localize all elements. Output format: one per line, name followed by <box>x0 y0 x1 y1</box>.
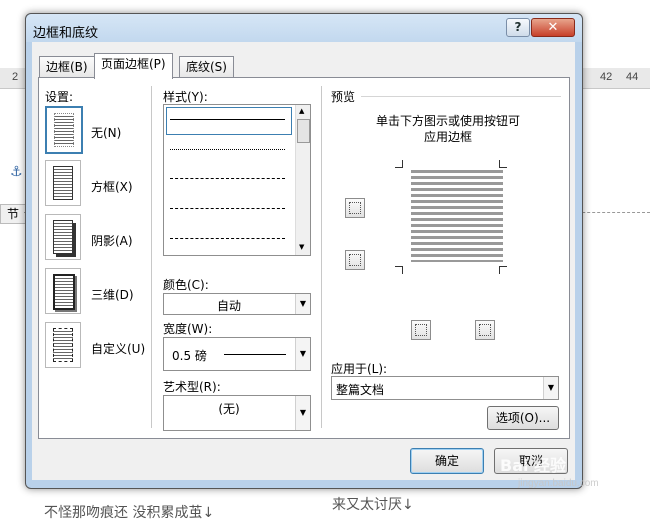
anchor-icon: ⚓ <box>10 164 23 180</box>
tab-panel: 设置: 无(N) 方框(X) 阴影(A) 三维(D) 自定义(U) 样式(Y): <box>38 77 570 439</box>
tab-borders[interactable]: 边框(B) <box>39 56 95 78</box>
apply-to-select[interactable]: 整篇文档 ▼ <box>331 376 559 400</box>
close-button[interactable]: ✕ <box>531 18 575 37</box>
width-select[interactable]: 0.5 磅 ▼ <box>163 337 311 371</box>
document-top-strip <box>0 0 650 10</box>
width-dropdown-icon[interactable]: ▼ <box>295 338 310 370</box>
art-select[interactable]: (无) ▼ <box>163 395 311 431</box>
color-value: 自动 <box>216 299 241 313</box>
tab-page-border[interactable]: 页面边框(P) <box>94 53 173 79</box>
corner-mark-icon <box>499 160 507 168</box>
ok-button[interactable]: 确定 <box>410 448 484 474</box>
setting-custom-label[interactable]: 自定义(U) <box>91 340 145 357</box>
watermark-url: jingyan.baidu.com <box>518 478 599 489</box>
preview-heading: 预览 <box>331 90 356 104</box>
corner-mark-icon <box>395 266 403 274</box>
width-value: 0.5 磅 <box>172 349 207 363</box>
apply-to-value: 整篇文档 <box>336 383 385 397</box>
line-style-scrollbar[interactable]: ▲ ▼ <box>295 105 310 255</box>
scroll-thumb[interactable] <box>297 119 310 143</box>
setting-3d-icon[interactable] <box>45 268 81 314</box>
setting-none-label[interactable]: 无(N) <box>91 124 121 141</box>
line-style-solid[interactable] <box>170 119 285 120</box>
color-label: 颜色(C): <box>163 278 209 292</box>
line-style-selected[interactable] <box>166 107 292 135</box>
watermark-logo: Bai 经验 <box>500 456 567 475</box>
color-select[interactable]: 自动 ▼ <box>163 293 311 315</box>
tab-shading[interactable]: 底纹(S) <box>179 56 234 78</box>
art-dropdown-icon[interactable]: ▼ <box>295 396 310 430</box>
border-right-icon <box>479 324 491 336</box>
border-top-icon <box>349 202 361 214</box>
preview-instruction-2: 应用边框 <box>423 130 472 144</box>
art-value: (无) <box>218 402 240 416</box>
preview-instruction-1: 单击下方图示或使用按钮可 <box>375 114 520 128</box>
divider-right <box>321 86 322 428</box>
border-left-icon <box>415 324 427 336</box>
apply-to-label: 应用于(L): <box>331 362 388 376</box>
width-line-sample <box>224 354 286 355</box>
dialog-body: 边框(B) 页面边框(P) 底纹(S) 设置: 无(N) 方框(X) 阴影(A)… <box>32 42 575 480</box>
setting-box-icon[interactable] <box>45 160 81 206</box>
help-button[interactable]: ? <box>506 18 530 37</box>
preview-page[interactable] <box>395 160 507 274</box>
document-line-2: 来又太讨厌↓ <box>332 497 414 513</box>
setting-shadow-label[interactable]: 阴影(A) <box>91 232 133 249</box>
setting-none-icon[interactable] <box>45 106 83 154</box>
line-style-dash[interactable] <box>170 208 285 209</box>
line-style-list[interactable]: ▲ ▼ <box>163 104 311 256</box>
corner-mark-icon <box>499 266 507 274</box>
preview-text-lines <box>411 170 503 262</box>
divider-left <box>151 86 152 428</box>
border-bottom-icon <box>349 254 361 266</box>
color-dropdown-icon[interactable]: ▼ <box>295 294 310 314</box>
line-style-dotted[interactable] <box>170 149 285 150</box>
left-border-button[interactable] <box>411 320 431 340</box>
setting-shadow-icon[interactable] <box>45 214 81 260</box>
ruler-mark-42: 42 <box>600 71 613 83</box>
ruler-mark-2: 2 <box>12 71 19 83</box>
apply-dropdown-icon[interactable]: ▼ <box>543 377 558 399</box>
line-style-small-dash[interactable] <box>170 178 285 179</box>
scroll-up-icon[interactable]: ▲ <box>299 107 304 115</box>
line-style-dash-dot[interactable] <box>170 238 285 239</box>
corner-mark-icon <box>395 160 403 168</box>
borders-and-shading-dialog: 边框和底纹 ? ✕ 边框(B) 页面边框(P) 底纹(S) 设置: 无(N) 方… <box>25 13 583 489</box>
width-label: 宽度(W): <box>163 322 213 336</box>
setting-custom-icon[interactable] <box>45 322 81 368</box>
setting-3d-label[interactable]: 三维(D) <box>91 286 134 303</box>
document-line-1: 不怪那吻痕还 没积累成茧↓ <box>44 505 215 521</box>
setting-box-label[interactable]: 方框(X) <box>91 178 133 195</box>
top-border-button[interactable] <box>345 198 365 218</box>
right-border-button[interactable] <box>475 320 495 340</box>
style-heading: 样式(Y): <box>163 90 208 104</box>
settings-heading: 设置: <box>45 90 74 104</box>
ruler-mark-44: 44 <box>626 71 639 83</box>
art-label: 艺术型(R): <box>163 380 221 394</box>
bottom-border-button[interactable] <box>345 250 365 270</box>
scroll-down-icon[interactable]: ▼ <box>299 243 304 251</box>
dialog-titlebar[interactable]: 边框和底纹 ? ✕ <box>26 14 582 42</box>
options-button[interactable]: 选项(O)... <box>487 406 559 430</box>
dialog-title: 边框和底纹 <box>33 26 99 41</box>
section-side-tab: 节 <box>0 204 26 224</box>
preview-heading-rule <box>361 96 561 97</box>
